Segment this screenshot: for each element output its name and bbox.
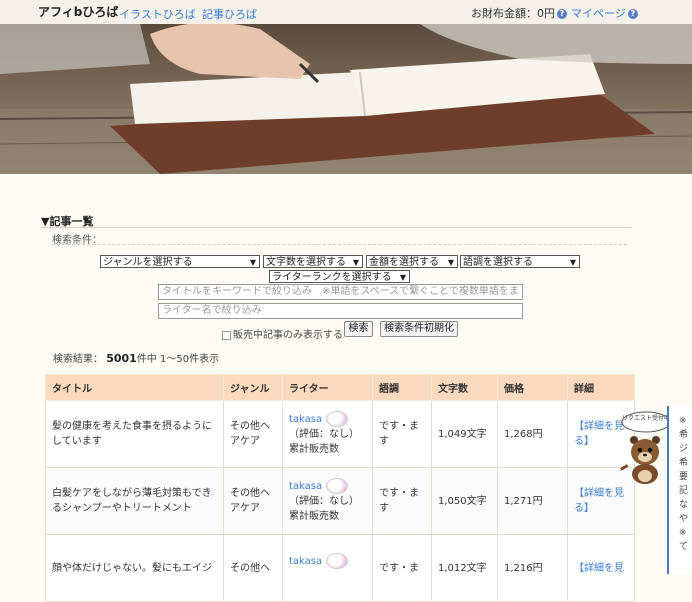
- table-row: 顔や体だけじゃない。髪にもエイジ その他ヘ takasa です・ま 1,012文…: [45, 534, 635, 602]
- article-price: 1,216円: [497, 534, 568, 602]
- keyword-search-input[interactable]: タイトルをキーワードで絞り込み ※単語をスペースで繋ぐことで複数単語をま: [158, 284, 523, 300]
- side-panel-line: 要: [679, 472, 689, 482]
- price-select-value: 金額を選択する: [369, 257, 439, 268]
- tone-select[interactable]: 語調を選択する ▼: [460, 255, 580, 268]
- side-panel-line: ※: [679, 416, 687, 426]
- column-header-chars: 文字数: [431, 374, 498, 401]
- column-header-price: 価格: [497, 374, 568, 401]
- table-row: 髪の健康を考えた食事を摂るようにしています その他ヘアケア takasa （評価：…: [45, 400, 635, 468]
- writer-cell: takasa （評価：なし） 累計販売数: [282, 400, 373, 468]
- help-icon[interactable]: ?: [627, 9, 638, 19]
- side-panel-line: 希: [679, 458, 689, 468]
- caret-down-icon: ▼: [447, 258, 454, 267]
- writer-badge-icon: [326, 411, 349, 427]
- genre-select-value: ジャンルを選択する: [103, 257, 193, 268]
- article-genre: その他ヘアケア: [223, 467, 283, 535]
- article-title: 顔や体だけじゃない。髪にもエイジ: [45, 534, 224, 602]
- side-panel-line: 記: [679, 486, 689, 496]
- request-side-panel[interactable]: ※ 希 ジ 希 要 記 な や ※ て: [667, 406, 692, 574]
- nav-link-illust[interactable]: イラストひろば: [119, 6, 196, 22]
- table-row: 白髪ケアをしながら薄毛対策もできるシャンプーやトリートメント その他ヘアケア t…: [45, 467, 635, 535]
- mascot-sign-text: リクエスト受付中: [622, 414, 670, 422]
- column-header-tone: 語調: [372, 374, 432, 401]
- top-bar: アフィbひろば イラストひろば 記事ひろば お財布金額：0円? マイページ?: [0, 0, 692, 24]
- column-header-writer: ライター: [282, 374, 373, 401]
- side-panel-line: て: [679, 542, 689, 552]
- results-label: 検索結果：: [53, 354, 103, 365]
- wallet-balance: お財布金額：0円?: [471, 5, 567, 21]
- writer-rating: （評価：なし）: [289, 496, 359, 507]
- detail-link[interactable]: 【詳細を見る】: [574, 488, 624, 514]
- article-genre: その他ヘ: [223, 534, 283, 602]
- article-price: 1,271円: [497, 467, 568, 535]
- article-tone: です・ま: [372, 534, 432, 602]
- reset-conditions-button[interactable]: 検索条件初期化: [380, 321, 458, 337]
- article-genre: その他ヘアケア: [223, 400, 283, 468]
- writer-sales: 累計販売数: [289, 444, 339, 455]
- tone-select-value: 語調を選択する: [463, 257, 533, 268]
- mypage-label[interactable]: マイページ: [571, 7, 626, 20]
- column-header-title: タイトル: [45, 374, 224, 401]
- column-header-detail: 詳細: [567, 374, 635, 401]
- results-range: 件中 1〜50件表示: [136, 354, 220, 365]
- wallet-text: お財布金額：0円: [471, 7, 555, 20]
- caret-down-icon: ▼: [352, 258, 359, 267]
- writer-badge-icon: [326, 552, 349, 569]
- caret-down-icon: ▼: [569, 258, 576, 267]
- article-title: 髪の健康を考えた食事を摂るようにしています: [45, 400, 224, 468]
- detail-link[interactable]: 【詳細を見: [574, 563, 624, 574]
- table-header-row: タイトル ジャンル ライター 語調 文字数 価格 詳細: [45, 374, 635, 401]
- length-select[interactable]: 文字数を選択する ▼: [263, 255, 363, 268]
- article-price: 1,268円: [497, 400, 568, 468]
- side-panel-line: や: [679, 514, 689, 524]
- length-select-value: 文字数を選択する: [266, 257, 346, 268]
- side-panel-text: ※ 希 ジ 希 要 記 な や ※ て: [669, 406, 692, 554]
- search-button[interactable]: 検索: [344, 321, 373, 337]
- column-header-genre: ジャンル: [223, 374, 283, 401]
- search-results-summary: 検索結果： 5001件中 1〜50件表示: [53, 350, 219, 365]
- writer-rank-select-value: ライターランクを選択する: [272, 272, 392, 283]
- writer-sales: 累計販売数: [289, 511, 339, 522]
- writer-cell: takasa （評価：なし） 累計販売数: [282, 467, 373, 535]
- onsale-only-label: 販売中記事のみ表示する: [233, 330, 343, 341]
- writer-link[interactable]: takasa: [289, 414, 322, 425]
- onsale-only-checkbox[interactable]: 販売中記事のみ表示する: [222, 326, 343, 341]
- divider: [52, 244, 627, 245]
- checkbox-box[interactable]: [222, 330, 231, 340]
- side-panel-line: 希: [679, 430, 689, 440]
- side-panel-line: ジ: [679, 444, 689, 454]
- site-logo[interactable]: アフィbひろば: [38, 3, 118, 20]
- help-icon[interactable]: ?: [557, 9, 567, 19]
- articles-table: タイトル ジャンル ライター 語調 文字数 価格 詳細 髪の健康を考えた食事を摂…: [45, 374, 635, 602]
- price-select[interactable]: 金額を選択する ▼: [366, 255, 458, 268]
- side-panel-line: ※: [679, 528, 687, 538]
- nav-link-articles[interactable]: 記事ひろば: [202, 6, 257, 22]
- article-chars: 1,050文字: [431, 467, 498, 535]
- divider: [41, 227, 631, 228]
- results-count: 5001: [106, 352, 137, 365]
- writer-name-input[interactable]: ライター名で絞り込み: [158, 303, 523, 319]
- mypage-link[interactable]: マイページ?: [571, 5, 638, 21]
- article-tone: です・ます: [372, 400, 432, 468]
- article-chars: 1,012文字: [431, 534, 498, 602]
- writer-link[interactable]: takasa: [289, 481, 322, 492]
- writer-cell: takasa: [282, 534, 373, 602]
- request-mascot[interactable]: リクエスト受付中: [612, 410, 672, 485]
- caret-down-icon: ▼: [249, 258, 256, 267]
- writer-badge-icon: [326, 478, 349, 494]
- caret-down-icon: ▼: [399, 273, 406, 282]
- side-panel-line: な: [679, 500, 689, 510]
- article-tone: です・ます: [372, 467, 432, 535]
- genre-select[interactable]: ジャンルを選択する ▼: [100, 255, 260, 268]
- article-chars: 1,049文字: [431, 400, 498, 468]
- article-title: 白髪ケアをしながら薄毛対策もできるシャンプーやトリートメント: [45, 467, 224, 535]
- detail-cell: 【詳細を見: [567, 534, 635, 602]
- hero-image: [0, 24, 692, 174]
- writer-rating: （評価：なし）: [289, 429, 359, 440]
- writer-rank-select[interactable]: ライターランクを選択する ▼: [269, 270, 410, 283]
- writer-link[interactable]: takasa: [289, 556, 322, 567]
